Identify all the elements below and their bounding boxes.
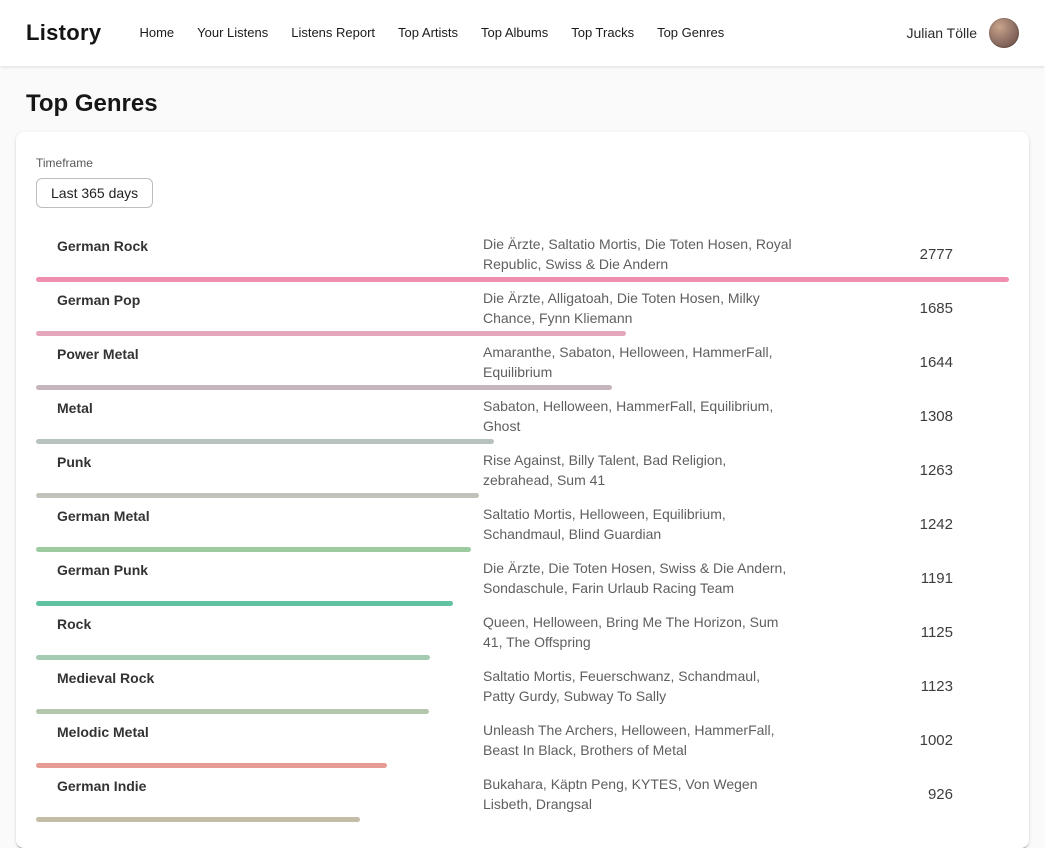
genre-row-grid: German Metal Saltatio Mortis, Helloween,… [36,504,1009,544]
genre-row: German Metal Saltatio Mortis, Helloween,… [36,504,1009,552]
genre-artists: Saltatio Mortis, Feuerschwanz, Schandmau… [483,666,793,706]
nav-item-top-tracks[interactable]: Top Tracks [571,0,634,66]
genre-bar [36,601,453,606]
genre-artists: Amaranthe, Sabaton, Helloween, HammerFal… [483,342,793,382]
genre-row-grid: Power Metal Amaranthe, Sabaton, Hellowee… [36,342,1009,382]
genre-count: 1263 [793,462,1009,479]
genre-count: 1308 [793,408,1009,425]
nav-item-your-listens[interactable]: Your Listens [197,0,268,66]
genre-name: Punk [36,450,483,472]
top-genres-card: Timeframe Last 365 days German Rock Die … [16,132,1029,848]
genre-artists: Saltatio Mortis, Helloween, Equilibrium,… [483,504,793,544]
genre-artists: Sabaton, Helloween, HammerFall, Equilibr… [483,396,793,436]
genre-row: Power Metal Amaranthe, Sabaton, Hellowee… [36,342,1009,390]
genre-row: German Indie Bukahara, Käptn Peng, KYTES… [36,774,1009,822]
genre-row: German Rock Die Ärzte, Saltatio Mortis, … [36,234,1009,282]
genre-name: German Pop [36,288,483,310]
genre-count: 1125 [793,624,1009,641]
genre-artists: Bukahara, Käptn Peng, KYTES, Von Wegen L… [483,774,793,814]
genre-name: Power Metal [36,342,483,364]
main-content: Top Genres Timeframe Last 365 days Germa… [0,90,1045,848]
nav-item-top-artists[interactable]: Top Artists [398,0,458,66]
genre-name: German Metal [36,504,483,526]
genre-row-grid: Melodic Metal Unleash The Archers, Hello… [36,720,1009,760]
genre-bar [36,277,1009,282]
main-nav: Home Your Listens Listens Report Top Art… [139,0,906,66]
genre-row: Punk Rise Against, Billy Talent, Bad Rel… [36,450,1009,498]
genre-row: German Pop Die Ärzte, Alligatoah, Die To… [36,288,1009,336]
genre-count: 1644 [793,354,1009,371]
nav-item-home[interactable]: Home [139,0,174,66]
user-name: Julian Tölle [906,25,977,41]
genre-bar [36,763,387,768]
genre-row: Melodic Metal Unleash The Archers, Hello… [36,720,1009,768]
genre-count: 1685 [793,300,1009,317]
genre-artists: Unleash The Archers, Helloween, HammerFa… [483,720,793,760]
genre-bar [36,709,429,714]
genre-row-grid: Rock Queen, Helloween, Bring Me The Hori… [36,612,1009,652]
genre-count: 1123 [793,678,1009,695]
timeframe-select[interactable]: Last 365 days [36,178,153,208]
genre-row-grid: Punk Rise Against, Billy Talent, Bad Rel… [36,450,1009,490]
genre-artists: Die Ärzte, Alligatoah, Die Toten Hosen, … [483,288,793,328]
genre-row-grid: Metal Sabaton, Helloween, HammerFall, Eq… [36,396,1009,436]
timeframe-filter: Timeframe Last 365 days [36,156,1009,208]
user-menu[interactable]: Julian Tölle [906,18,1019,48]
genre-count: 1191 [793,570,1009,587]
genre-bar [36,817,360,822]
genre-row: Medieval Rock Saltatio Mortis, Feuerschw… [36,666,1009,714]
genre-bar [36,385,612,390]
nav-item-top-genres[interactable]: Top Genres [657,0,724,66]
genre-row-grid: German Pop Die Ärzte, Alligatoah, Die To… [36,288,1009,328]
nav-item-listens-report[interactable]: Listens Report [291,0,375,66]
nav-item-top-albums[interactable]: Top Albums [481,0,548,66]
genre-row-grid: German Indie Bukahara, Käptn Peng, KYTES… [36,774,1009,814]
page-title: Top Genres [26,90,1019,118]
genre-artists: Rise Against, Billy Talent, Bad Religion… [483,450,793,490]
genre-name: Medieval Rock [36,666,483,688]
genre-artists: Queen, Helloween, Bring Me The Horizon, … [483,612,793,652]
genre-row: German Punk Die Ärzte, Die Toten Hosen, … [36,558,1009,606]
genre-row: Metal Sabaton, Helloween, HammerFall, Eq… [36,396,1009,444]
genre-name: German Rock [36,234,483,256]
genre-name: Metal [36,396,483,418]
genre-name: German Indie [36,774,483,796]
genre-bar [36,439,494,444]
genre-artists: Die Ärzte, Saltatio Mortis, Die Toten Ho… [483,234,793,274]
genre-row-grid: Medieval Rock Saltatio Mortis, Feuerschw… [36,666,1009,706]
genre-artists: Die Ärzte, Die Toten Hosen, Swiss & Die … [483,558,793,598]
genre-count: 2777 [793,246,1009,263]
genre-name: Melodic Metal [36,720,483,742]
genre-rows: German Rock Die Ärzte, Saltatio Mortis, … [36,234,1009,822]
user-avatar[interactable] [989,18,1019,48]
timeframe-label: Timeframe [36,156,1009,170]
genre-name: German Punk [36,558,483,580]
genre-bar [36,331,626,336]
genre-row-grid: German Rock Die Ärzte, Saltatio Mortis, … [36,234,1009,274]
genre-row-grid: German Punk Die Ärzte, Die Toten Hosen, … [36,558,1009,598]
genre-bar [36,547,471,552]
genre-count: 1242 [793,516,1009,533]
genre-bar [36,655,430,660]
genre-row: Rock Queen, Helloween, Bring Me The Hori… [36,612,1009,660]
app-header: Listory Home Your Listens Listens Report… [0,0,1045,66]
genre-count: 1002 [793,732,1009,749]
genre-count: 926 [793,786,1009,803]
app-logo[interactable]: Listory [26,20,101,46]
genre-bar [36,493,479,498]
genre-name: Rock [36,612,483,634]
